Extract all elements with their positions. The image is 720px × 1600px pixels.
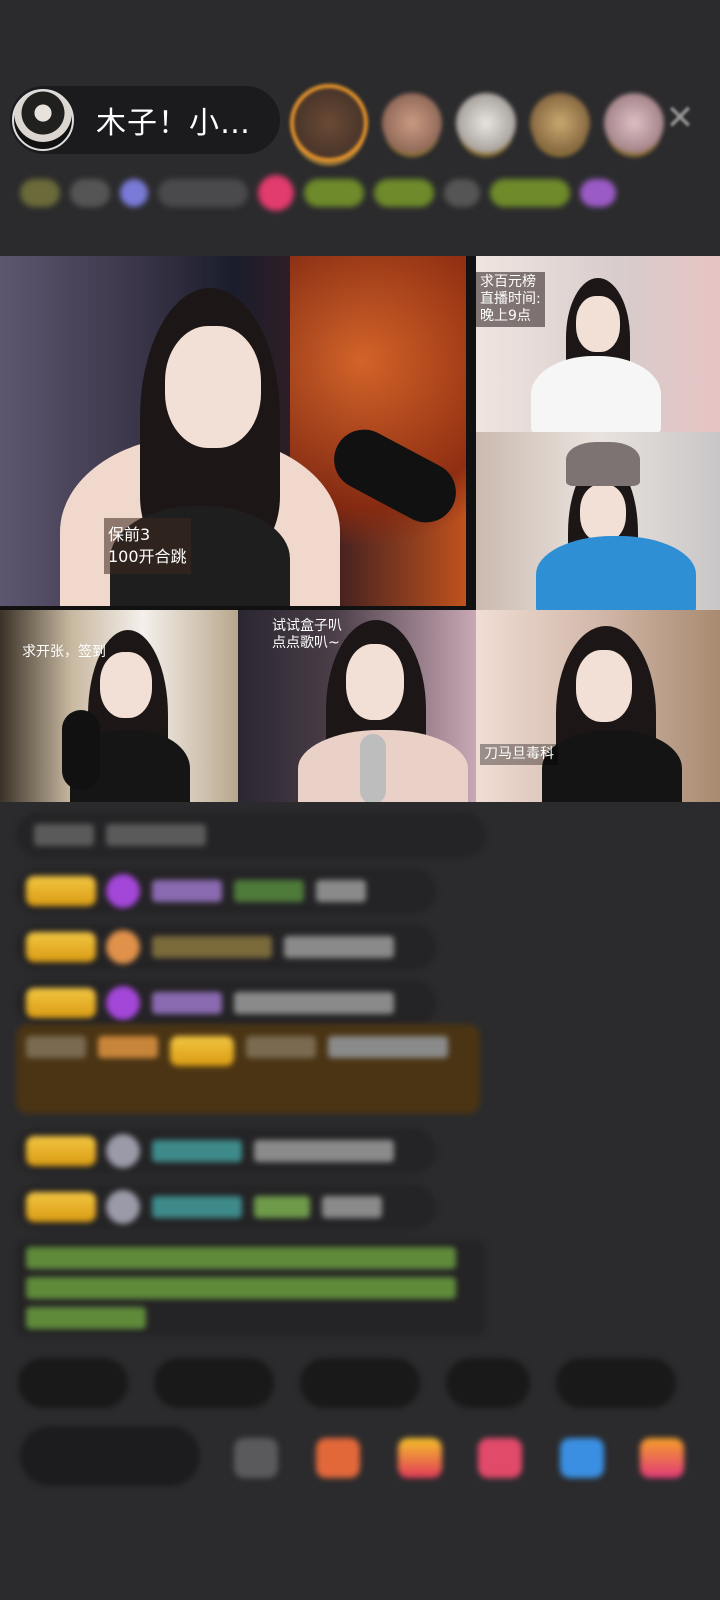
quick-reply-chip[interactable] [154, 1358, 274, 1408]
top-viewers [290, 84, 664, 162]
info-text [304, 179, 364, 207]
co-stream-4[interactable]: 试试盒子叭 点点歌叭~ [238, 610, 476, 802]
stream-caption: 刀马旦毒科 [480, 744, 558, 765]
level-badge [26, 988, 96, 1018]
rank-badge [20, 179, 60, 207]
viewer-avatar[interactable] [604, 93, 664, 153]
quick-reply-chip[interactable] [18, 1358, 128, 1408]
quick-reply-chip[interactable] [556, 1358, 676, 1408]
quick-reply-row [18, 1358, 676, 1408]
quick-reply-chip[interactable] [446, 1358, 530, 1408]
quick-reply-chip[interactable] [300, 1358, 420, 1408]
fans-icon [120, 179, 148, 207]
chat-system-notice [16, 1240, 486, 1336]
gem-icon [106, 1134, 140, 1168]
gift-icon [258, 175, 294, 211]
share-icon[interactable] [560, 1438, 604, 1478]
stream-caption: 试试盒子叭 点点歌叭~ [272, 618, 342, 651]
close-icon[interactable]: ✕ [662, 100, 698, 136]
co-stream-3[interactable]: 求开张，签到 [0, 610, 238, 802]
stream-caption: 求百元榜 直播时间: 晚上9点 [476, 272, 545, 327]
chat-message [16, 812, 486, 858]
bottom-toolbar [20, 1426, 720, 1496]
chat-message [16, 980, 436, 1026]
level-badge [26, 1192, 96, 1222]
chat-message [16, 1128, 436, 1174]
host-avatar[interactable] [12, 89, 74, 151]
more-icon[interactable] [640, 1438, 684, 1478]
info-text [444, 179, 480, 207]
viewer-avatar[interactable] [290, 84, 368, 162]
heart-icon[interactable] [478, 1438, 522, 1478]
info-text [158, 179, 248, 207]
co-stream-1[interactable]: 求百元榜 直播时间: 晚上9点 [476, 256, 720, 432]
more-icon[interactable] [580, 179, 616, 207]
host-info-pill[interactable]: 木子！小… [10, 86, 280, 154]
stream-caption: 求开张，签到 [22, 644, 106, 660]
shop-icon[interactable] [316, 1438, 360, 1478]
emoji-icon[interactable] [234, 1438, 278, 1478]
info-text [70, 179, 110, 207]
stream-caption: 保前3 100开合跳 [104, 518, 191, 574]
level-badge [26, 876, 96, 906]
level-badge [26, 932, 96, 962]
gem-icon [106, 986, 140, 1020]
chat-message [16, 868, 436, 914]
comment-input[interactable] [20, 1426, 200, 1486]
chat-message [16, 924, 436, 970]
main-stream[interactable]: 保前3 100开合跳 [0, 256, 466, 606]
chat-message-highlight [16, 1024, 480, 1114]
gem-icon [106, 1190, 140, 1224]
multi-stream-grid: 保前3 100开合跳 求百元榜 直播时间: 晚上9点 求开张，签到 试试盒子叭 … [0, 256, 720, 802]
co-stream-5[interactable]: 刀马旦毒科 [476, 610, 720, 802]
level-badge [26, 1136, 96, 1166]
info-text [374, 179, 434, 207]
room-info-bar[interactable] [20, 170, 700, 216]
co-stream-2[interactable] [476, 432, 720, 610]
gem-icon [106, 874, 140, 908]
viewer-avatar[interactable] [456, 93, 516, 153]
gift-box-icon[interactable] [398, 1438, 442, 1478]
viewer-avatar[interactable] [530, 93, 590, 153]
info-text [490, 179, 570, 207]
gem-icon [106, 930, 140, 964]
chat-message [16, 1184, 436, 1230]
viewer-avatar[interactable] [382, 93, 442, 153]
host-name: 木子！小… [96, 106, 251, 141]
